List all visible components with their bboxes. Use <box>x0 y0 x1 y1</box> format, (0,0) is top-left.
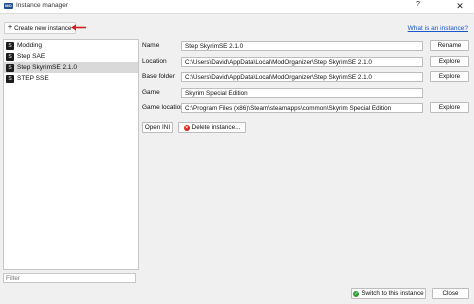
check-icon: ✓ <box>353 290 360 297</box>
rename-button[interactable]: Rename <box>430 40 469 51</box>
instance-item-step-sae[interactable]: S Step SAE <box>4 51 138 62</box>
game-field: Skyrim Special Edition <box>181 88 423 98</box>
base-folder-field: C:\Users\David\AppData\Local\ModOrganize… <box>181 72 423 82</box>
explore-game-location-button[interactable]: Explore <box>430 102 469 113</box>
instance-list[interactable]: S Modding S Step SAE S Step SkyrimSE 2.1… <box>3 39 139 270</box>
title-bar: MO Instance manager ? ✕ <box>0 0 474 14</box>
game-location-field: C:\Program Files (x86)\Steam\steamapps\c… <box>181 103 423 113</box>
explore-base-folder-button[interactable]: Explore <box>430 71 469 82</box>
help-icon[interactable]: ? <box>412 1 424 12</box>
delete-icon: × <box>183 124 190 131</box>
create-instance-label: Create new instance <box>14 24 72 32</box>
close-window-icon[interactable]: ✕ <box>452 0 468 13</box>
instance-item-step-skyrimse-2-1-0[interactable]: S Step SkyrimSE 2.1.0 <box>4 62 138 73</box>
location-label: Location <box>142 58 167 65</box>
red-arrow-icon <box>71 24 86 31</box>
create-instance-button[interactable]: + Create new instance <box>4 22 76 34</box>
open-ini-label: Open INI <box>144 124 171 131</box>
filter-input[interactable] <box>3 273 136 283</box>
instance-label: Step SkyrimSE 2.1.0 <box>17 64 77 71</box>
skyrim-icon: S <box>6 74 14 83</box>
close-button[interactable]: Close <box>432 288 469 299</box>
skyrim-icon: S <box>6 63 14 72</box>
base-folder-label: Base folder <box>142 73 175 80</box>
instance-label: Modding <box>17 42 42 49</box>
window-title: Instance manager <box>16 2 69 9</box>
switch-instance-button[interactable]: ✓ Switch to this instance <box>351 288 426 299</box>
switch-instance-label: Switch to this instance <box>361 290 424 297</box>
skyrim-icon: S <box>6 41 14 50</box>
name-label: Name <box>142 42 160 49</box>
instance-item-modding[interactable]: S Modding <box>4 40 138 51</box>
open-ini-button[interactable]: Open INI <box>142 122 173 133</box>
delete-instance-button[interactable]: × Delete instance... <box>178 122 246 133</box>
what-is-instance-link[interactable]: What is an instance? <box>408 25 468 32</box>
instance-item-step-sse[interactable]: S STEP SSE <box>4 73 138 84</box>
explore-location-button[interactable]: Explore <box>430 56 469 67</box>
game-label: Game <box>142 89 160 96</box>
instance-label: STEP SSE <box>17 75 49 82</box>
name-field: Step SkyrimSE 2.1.0 <box>181 41 423 51</box>
delete-instance-label: Delete instance... <box>191 124 241 131</box>
instance-label: Step SAE <box>17 53 46 60</box>
plus-icon: + <box>8 24 13 31</box>
game-location-label: Game location <box>142 104 184 111</box>
location-field: C:\Users\David\AppData\Local\ModOrganize… <box>181 57 423 67</box>
skyrim-icon: S <box>6 52 14 61</box>
app-icon: MO <box>4 3 13 9</box>
